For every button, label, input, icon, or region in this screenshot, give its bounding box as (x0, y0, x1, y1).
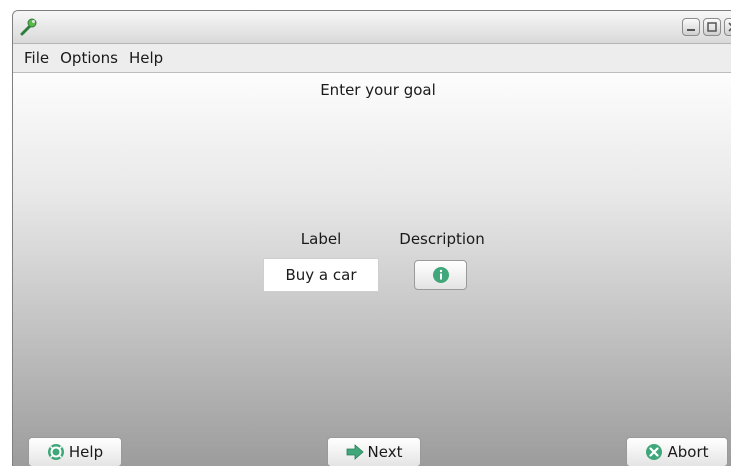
menu-help[interactable]: Help (124, 44, 169, 72)
next-button[interactable]: Next (327, 437, 421, 466)
maximize-button[interactable] (703, 18, 721, 36)
label-column-header: Label (300, 230, 342, 248)
description-info-button[interactable] (414, 260, 467, 290)
application-window: File Options Help Enter your goal Label … (12, 10, 731, 466)
help-button[interactable]: Help (28, 437, 122, 466)
minimize-button[interactable] (682, 18, 700, 36)
wizard-panel: Enter your goal Label Description Buy a … (13, 73, 731, 466)
close-icon (728, 22, 731, 32)
menu-bar: File Options Help (13, 44, 731, 73)
goal-label-field[interactable]: Buy a car (263, 258, 379, 292)
wrench-icon (20, 18, 37, 36)
abort-button-label: Abort (667, 443, 709, 461)
info-icon (432, 267, 449, 283)
minimize-icon (687, 29, 695, 31)
close-button[interactable] (724, 18, 731, 36)
arrow-right-icon (346, 444, 364, 460)
next-button-label: Next (367, 443, 403, 461)
maximize-icon (707, 22, 717, 32)
title-bar[interactable] (13, 11, 731, 44)
abort-button[interactable]: Abort (626, 437, 728, 466)
help-button-label: Help (68, 443, 104, 461)
menu-options[interactable]: Options (55, 44, 124, 72)
description-column-header: Description (399, 230, 485, 248)
page-title: Enter your goal (320, 81, 436, 99)
lifebuoy-icon (47, 444, 64, 460)
menu-file[interactable]: File (19, 44, 55, 72)
cancel-icon (646, 444, 663, 460)
